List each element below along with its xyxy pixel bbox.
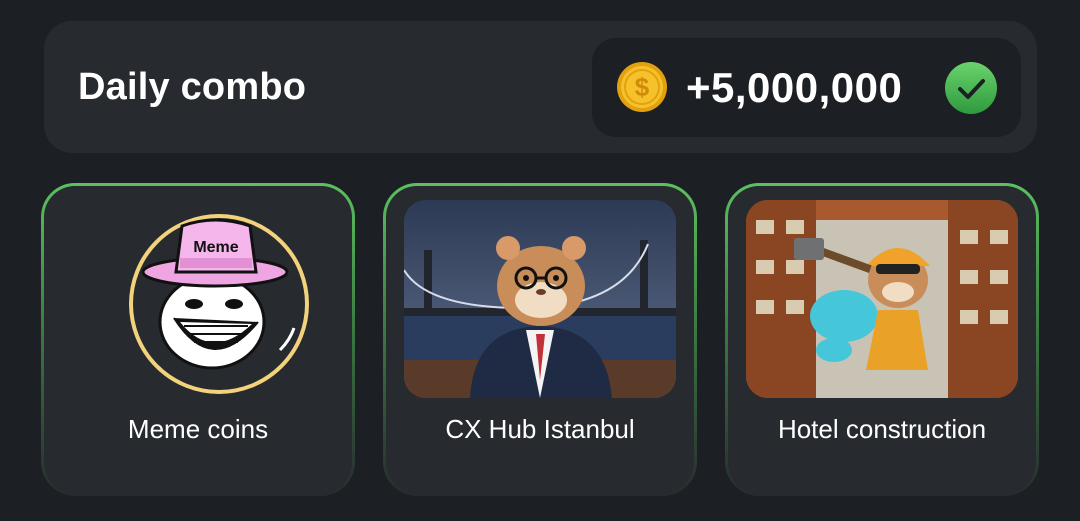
svg-text:Meme: Meme [193, 239, 238, 256]
card-cx-hub-istanbul[interactable]: CX Hub Istanbul [383, 183, 697, 496]
daily-combo-title: Daily combo [78, 66, 307, 108]
hotel-construction-image [746, 200, 1018, 398]
reward-box: $ +5,000,000 [592, 38, 1021, 137]
daily-combo-header: Daily combo $ +5,000,000 [44, 21, 1037, 153]
card-hotel-construction[interactable]: Hotel construction [725, 183, 1039, 496]
check-icon [945, 62, 997, 114]
card-label: Meme coins [127, 414, 269, 444]
svg-text:$: $ [635, 72, 650, 102]
card-label: Hotel construction [777, 414, 987, 444]
meme-coins-image: Meme [62, 200, 334, 398]
dollar-coin-icon: $ [617, 62, 667, 112]
card-meme-coins[interactable]: Meme Meme coins [41, 183, 355, 496]
card-label: CX Hub Istanbul [445, 414, 635, 444]
reward-amount: +5,000,000 [686, 64, 903, 111]
cx-hub-istanbul-image [404, 200, 676, 398]
